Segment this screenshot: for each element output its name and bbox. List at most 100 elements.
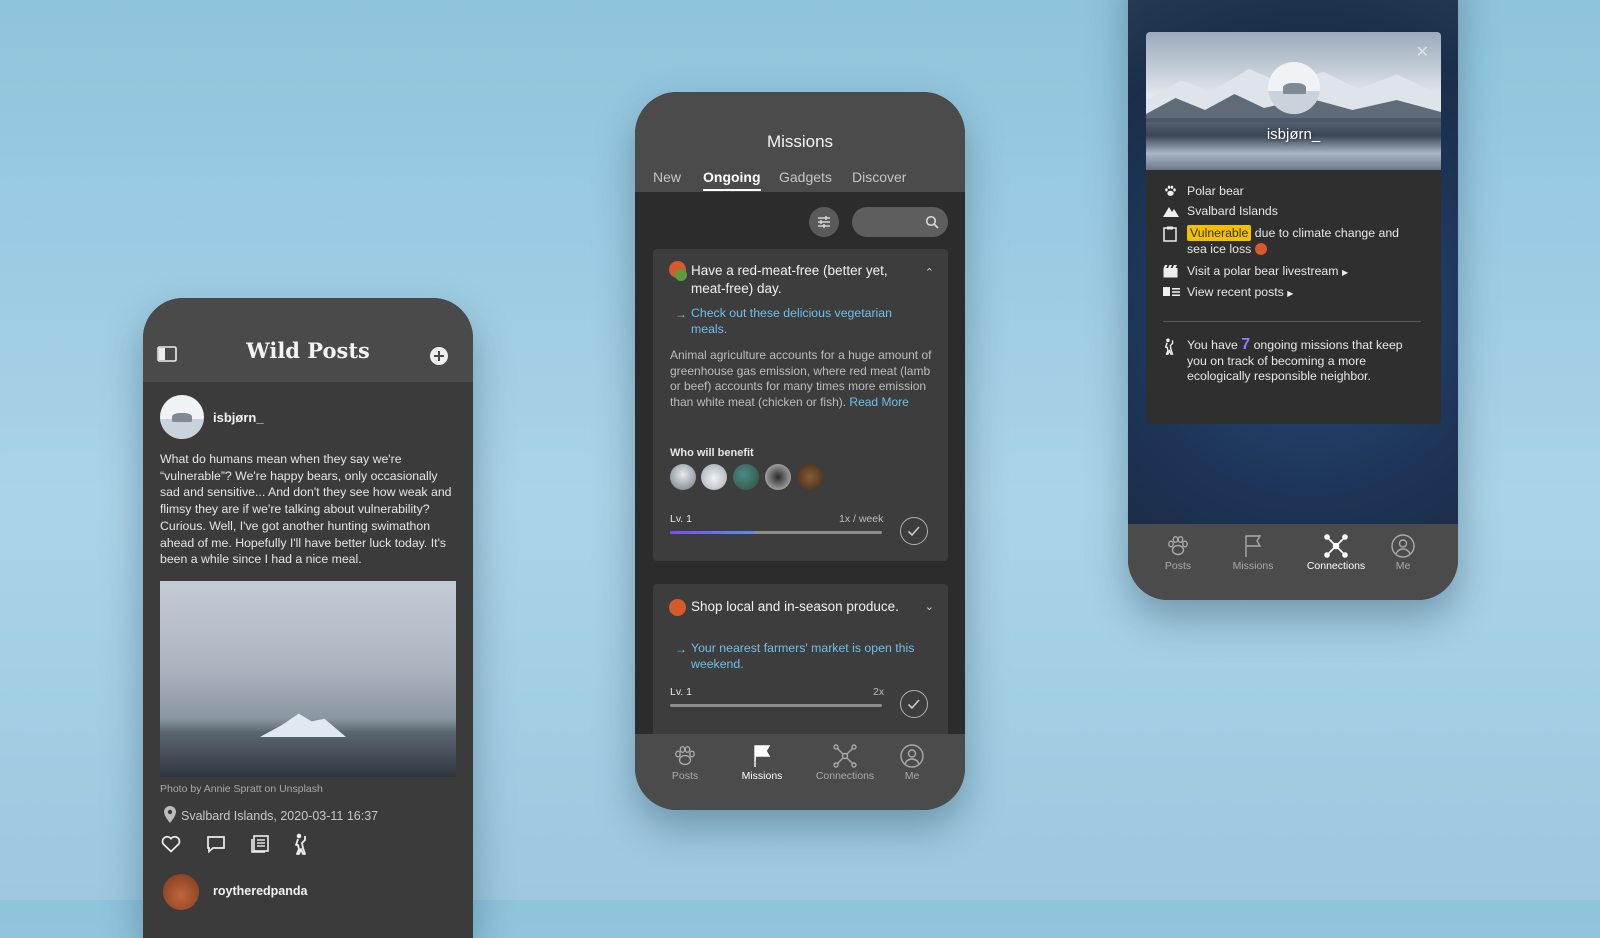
missions-header: Missions New Ongoing Gadgets Discover (635, 92, 965, 192)
shop-mission-icon (669, 599, 686, 616)
chevron-up-icon[interactable]: ⌃ (925, 266, 934, 279)
beneficiary-avatar[interactable] (733, 464, 759, 490)
flag-icon (754, 745, 771, 767)
profile-status: Vulnerable due to climate change and sea… (1187, 225, 1417, 257)
photo-credit: Photo by Annie Spratt on Unsplash (160, 783, 323, 795)
post-avatar[interactable] (160, 395, 204, 439)
connections-icon (833, 744, 857, 768)
filter-button[interactable] (809, 207, 839, 237)
veggie-mission-icon (675, 269, 687, 281)
page-title: Wild Posts (246, 338, 370, 363)
search-input[interactable] (852, 207, 948, 237)
comment-icon[interactable] (206, 835, 226, 853)
post-username[interactable]: isbjørn_ (213, 410, 264, 425)
who-benefit-label: Who will benefit (670, 447, 754, 459)
complete-mission-button[interactable] (900, 517, 928, 545)
nav-missions[interactable]: Missions (1218, 534, 1288, 572)
next-post-username[interactable]: roytheredpanda (213, 884, 307, 898)
caret-right-icon: ▶ (1287, 289, 1294, 298)
clipboard-icon (1163, 226, 1177, 242)
recent-posts-label: View recent posts (1187, 285, 1284, 299)
nav-label: Missions (741, 770, 783, 782)
nav-label: Posts (1164, 560, 1192, 572)
nav-posts[interactable]: Posts (1143, 534, 1213, 572)
bottom-nav: Posts Missions Connections Me (635, 734, 965, 810)
tab-discover[interactable]: Discover (852, 169, 906, 185)
mission-person-icon[interactable] (293, 833, 309, 855)
livestream-label: Visit a polar bear livestream (1187, 264, 1339, 278)
mission-link[interactable]: Check out these delicious vegetarian mea… (691, 306, 926, 337)
user-icon (1391, 534, 1415, 558)
mission-person-icon (1163, 338, 1176, 355)
beneficiary-avatar[interactable] (670, 464, 696, 490)
location-pin-icon (164, 806, 176, 823)
profile-name: isbjørn_ (1266, 126, 1321, 143)
mission-progress-bar (670, 531, 882, 534)
missions-screen: Missions New Ongoing Gadgets Discover Ha… (635, 92, 965, 810)
chevron-down-icon[interactable]: ⌄ (925, 600, 934, 613)
mission-card[interactable]: Have a red-meat-free (better yet, meat-f… (653, 249, 948, 561)
tab-new[interactable]: New (653, 169, 681, 185)
profile-banner: isbjørn_ ✕ (1146, 32, 1441, 170)
save-post-icon[interactable] (250, 834, 270, 854)
tab-ongoing[interactable]: Ongoing (703, 169, 761, 185)
beneficiary-avatar[interactable] (765, 464, 791, 490)
search-icon (925, 215, 939, 229)
heart-icon[interactable] (161, 835, 181, 853)
profile-species: Polar bear (1187, 184, 1244, 198)
wild-posts-screen: Wild Posts isbjørn_ What do humans mean … (143, 298, 473, 938)
clapperboard-icon (1163, 265, 1178, 278)
nav-me[interactable]: Me (877, 744, 947, 782)
page-title: Missions (766, 132, 834, 151)
beneficiary-avatar[interactable] (797, 464, 823, 490)
add-post-icon[interactable] (429, 346, 449, 366)
mission-progress-fill (670, 531, 755, 534)
mission-progress-bar (670, 704, 882, 707)
mission-link[interactable]: Your nearest farmers' market is open thi… (691, 641, 926, 672)
paw-icon (1168, 536, 1188, 556)
read-more-link[interactable]: Read More (849, 395, 908, 409)
missions-count: 7 (1241, 336, 1251, 353)
mission-card[interactable]: Shop local and in-season produce. ⌄ → Yo… (653, 584, 948, 744)
mission-frequency: 2x (873, 686, 885, 698)
flag-icon (1245, 535, 1262, 557)
nav-label: Posts (671, 770, 699, 782)
next-post-avatar[interactable] (163, 874, 199, 910)
post-photo (160, 581, 456, 777)
nav-me[interactable]: Me (1368, 534, 1438, 572)
bottom-nav: Posts Missions Connections Me (1128, 524, 1458, 600)
mission-level: Lv. 1 (670, 513, 692, 525)
complete-mission-button[interactable] (900, 690, 928, 718)
check-icon (907, 699, 920, 710)
livestream-link[interactable]: Visit a polar bear livestream ▶ (1187, 264, 1348, 281)
paw-icon (675, 746, 695, 766)
mission-frequency: 1x / week (839, 513, 884, 525)
posts-list-icon (1163, 286, 1180, 298)
paw-icon (1163, 184, 1178, 198)
profile-location: Svalbard Islands (1187, 204, 1278, 218)
nav-posts[interactable]: Posts (650, 744, 720, 782)
nav-connections[interactable]: Connections (1301, 534, 1371, 572)
status-badge: Vulnerable (1187, 225, 1252, 241)
user-icon (900, 744, 924, 768)
post-body: What do humans mean when they say we're … (160, 452, 452, 567)
nav-label: Me (1395, 560, 1411, 572)
connections-icon (1324, 534, 1348, 558)
mission-title: Shop local and in-season produce. (691, 599, 899, 614)
ice-loss-icon (1254, 242, 1267, 255)
nav-connections[interactable]: Connections (810, 744, 880, 782)
profile-screen: isbjørn_ ✕ Polar bear Svalbard Islands V… (1128, 0, 1458, 600)
tab-gadgets[interactable]: Gadgets (779, 169, 832, 185)
divider (1163, 321, 1421, 322)
mission-description: Animal agriculture accounts for a huge a… (670, 348, 932, 410)
post-location: Svalbard Islands, 2020-03-11 16:37 (181, 809, 379, 823)
beneficiary-avatar[interactable] (701, 464, 727, 490)
missions-prefix: You have (1187, 338, 1238, 352)
nav-missions[interactable]: Missions (727, 744, 797, 782)
mission-title: Have a red-meat-free (better yet, meat-f… (691, 263, 888, 296)
arrow-right-icon: → (675, 642, 687, 656)
close-icon[interactable]: ✕ (1416, 42, 1429, 62)
ongoing-missions-summary: You have 7 ongoing missions that keep yo… (1187, 337, 1422, 385)
recent-posts-link[interactable]: View recent posts ▶ (1187, 285, 1293, 302)
nav-label: Connections (1306, 560, 1366, 572)
